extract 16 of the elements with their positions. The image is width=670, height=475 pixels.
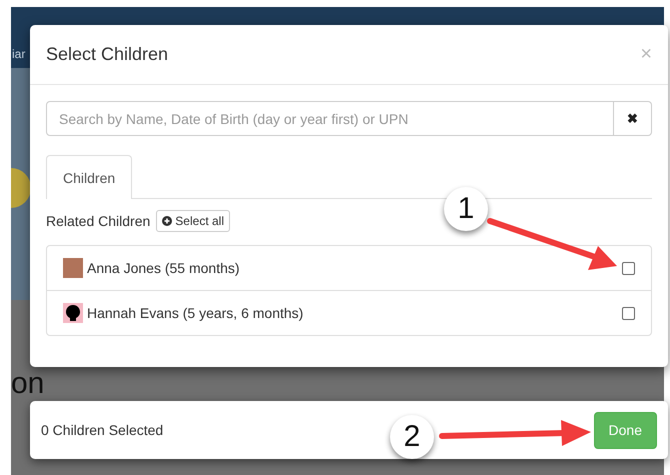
nav-link[interactable]: iar [12, 47, 26, 61]
checkbox[interactable] [622, 306, 635, 320]
photo-placeholder [63, 258, 83, 278]
select-all-button[interactable]: Select all [156, 210, 230, 232]
child-name: Hannah Evans (5 years, 6 months) [87, 305, 304, 321]
page-heading: on [11, 369, 44, 399]
search-field[interactable]: Search by Name, Date of Birth (day or year first) or UPN [46, 101, 614, 136]
plus-circle-icon [162, 216, 172, 226]
tab[interactable]: Children [46, 155, 132, 199]
silhouette-icon [63, 303, 83, 323]
clear-button[interactable]: ✖ [614, 101, 652, 136]
selection-count: 0 Children Selected [41, 422, 164, 438]
section-label: Related Children [46, 213, 150, 229]
dialog-title: Select Children [46, 44, 168, 65]
child-name: Anna Jones (55 months) [87, 260, 241, 276]
checkbox[interactable] [622, 262, 635, 274]
